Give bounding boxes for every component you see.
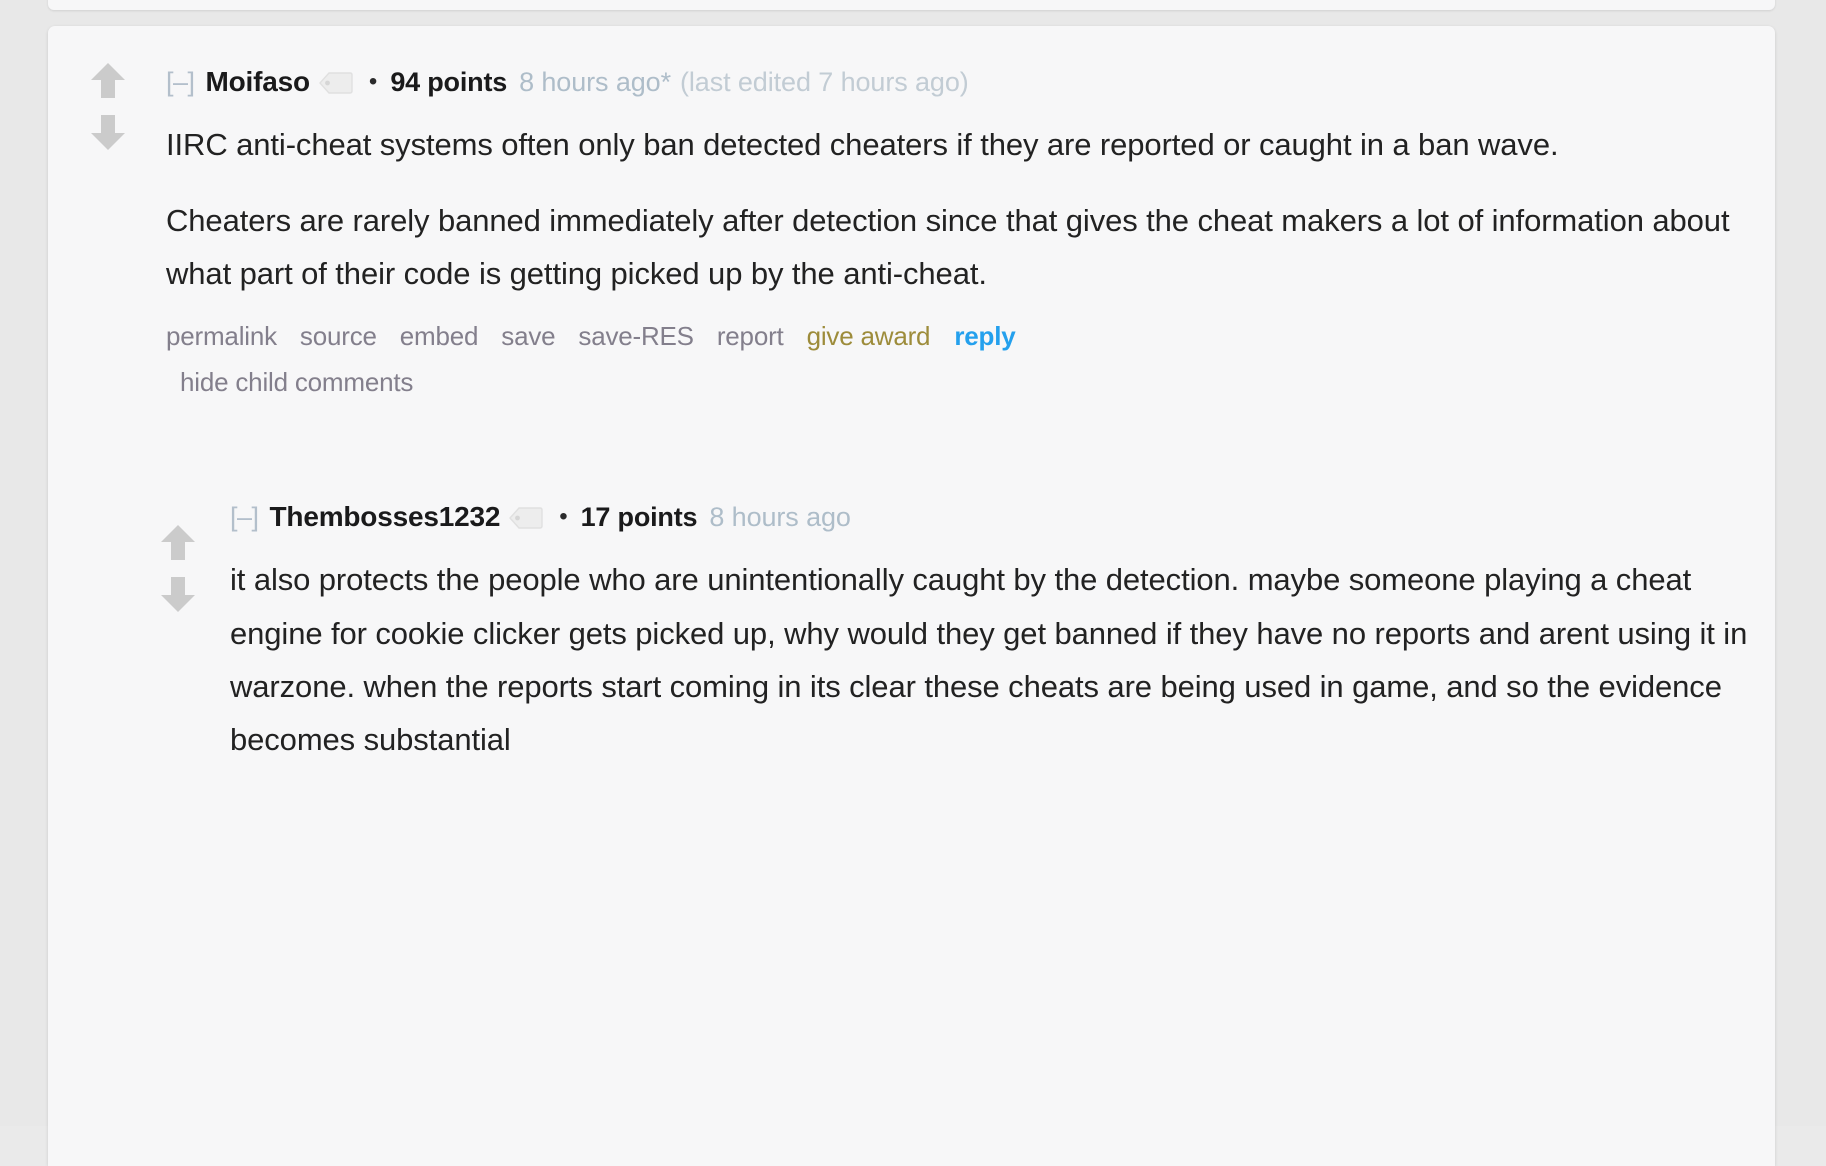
hide-child-comments-row: hide child comments — [180, 364, 1346, 402]
tag-icon[interactable] — [509, 506, 543, 530]
comment-reply: [–] Thembosses1232 • 17 points 8 hours a… — [48, 503, 1775, 766]
comment-author[interactable]: Moifaso — [206, 68, 311, 96]
save-res-link[interactable]: save-RES — [578, 321, 694, 351]
tag-icon[interactable] — [318, 71, 353, 95]
previous-comment-card-edge — [48, 0, 1775, 10]
downvote-arrow-icon[interactable] — [90, 113, 126, 151]
comment-body-reply: it also protects the people who are unin… — [230, 553, 1775, 766]
comment-paragraph: IIRC anti-cheat systems often only ban d… — [166, 127, 1559, 162]
comment-top-level: [–] Moifaso • 94 points 8 hours ago* (la… — [48, 26, 1775, 401]
permalink-link[interactable]: permalink — [166, 321, 277, 351]
give-award-link[interactable]: give award — [807, 321, 931, 351]
tagline-separator: • — [368, 68, 378, 95]
save-link[interactable]: save — [501, 321, 555, 351]
comment-tagline-reply: [–] Thembosses1232 • 17 points 8 hours a… — [230, 503, 1775, 531]
comment-content-reply: [–] Thembosses1232 • 17 points 8 hours a… — [48, 503, 1775, 766]
comment-paragraph: it also protects the people who are unin… — [230, 562, 1748, 758]
upvote-arrow-icon[interactable] — [90, 61, 126, 99]
comment-body-top: IIRC anti-cheat systems often only ban d… — [166, 118, 1775, 300]
collapse-toggle[interactable]: [–] — [230, 503, 259, 531]
downvote-arrow-icon[interactable] — [160, 575, 196, 613]
comment-content-top: [–] Moifaso • 94 points 8 hours ago* (la… — [48, 26, 1775, 401]
report-link[interactable]: report — [717, 321, 784, 351]
upvote-arrow-icon[interactable] — [160, 523, 196, 561]
reply-link[interactable]: reply — [954, 321, 1015, 351]
comment-thread-card: [–] Moifaso • 94 points 8 hours ago* (la… — [48, 26, 1775, 1166]
embed-link[interactable]: embed — [400, 321, 479, 351]
vote-controls-reply — [156, 523, 200, 613]
source-link[interactable]: source — [300, 321, 377, 351]
vote-controls-top — [86, 61, 130, 151]
comment-author[interactable]: Thembosses1232 — [270, 503, 501, 531]
comment-timestamp[interactable]: 8 hours ago* — [519, 68, 671, 96]
collapse-toggle[interactable]: [–] — [166, 68, 195, 96]
comment-score: 94 points — [390, 66, 508, 97]
tagline-separator: • — [559, 503, 568, 531]
hide-child-comments-link[interactable]: hide child comments — [180, 367, 413, 397]
comment-score: 17 points — [580, 501, 698, 532]
comment-timestamp[interactable]: 8 hours ago — [709, 503, 851, 531]
comment-action-links: permalink source embed save save-RES report gi… — [166, 318, 1346, 401]
comment-edited-note: (last edited 7 hours ago) — [679, 66, 969, 97]
comment-tagline-top: [–] Moifaso • 94 points 8 hours ago* (la… — [166, 68, 1775, 96]
comment-paragraph: Cheaters are rarely banned immediately a… — [166, 203, 1730, 291]
